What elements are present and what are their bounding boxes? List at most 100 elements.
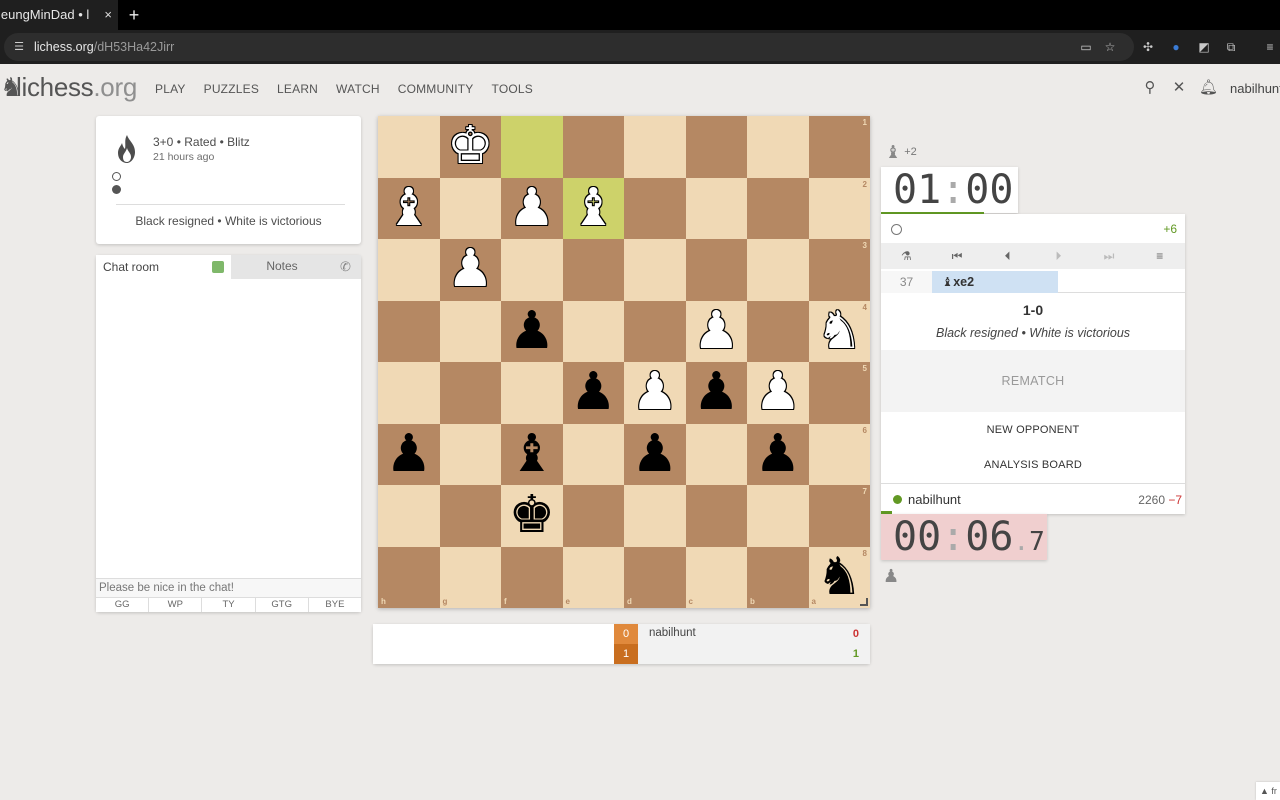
board-square[interactable] xyxy=(747,485,809,547)
white-pawn-piece[interactable]: ♟ xyxy=(686,301,748,363)
black-bishop-piece[interactable]: ♝ xyxy=(501,424,563,486)
preset-wp[interactable]: WP xyxy=(149,598,203,612)
board-square[interactable] xyxy=(624,485,686,547)
search-icon[interactable]: ⚲ xyxy=(1141,79,1159,97)
board-square[interactable] xyxy=(747,116,809,178)
board-square[interactable] xyxy=(378,362,440,424)
board-square[interactable] xyxy=(685,423,747,485)
crosstable-current-game[interactable]: 0 1 xyxy=(614,624,638,664)
board-square[interactable] xyxy=(808,177,870,239)
site-logo[interactable]: ♞lichess.org xyxy=(0,72,137,103)
board-square[interactable] xyxy=(562,116,624,178)
notifications-bell-icon[interactable]: 🔔︎ xyxy=(1199,79,1218,97)
board-square[interactable] xyxy=(501,362,563,424)
board-square[interactable] xyxy=(624,300,686,362)
chess-board[interactable]: 1 2 3 4 5 6 7 8 h g f e d c b a ♚ ♝ ♟ ♝ ♟ ♟ ♟ ♞ ♟ ♟ ♟ ♟ ♟ ♝ ♟ ♟ ♚ ♞ xyxy=(378,116,870,608)
board-resize-handle[interactable] xyxy=(860,598,868,606)
nav-play[interactable]: PLAY xyxy=(155,82,186,96)
analysis-icon[interactable]: ⚗ xyxy=(881,243,932,269)
board-square[interactable] xyxy=(808,239,870,301)
preset-bye[interactable]: BYE xyxy=(309,598,361,612)
board-square[interactable] xyxy=(808,116,870,178)
board-square[interactable] xyxy=(562,300,624,362)
nav-learn[interactable]: LEARN xyxy=(277,82,318,96)
board-square[interactable] xyxy=(439,362,501,424)
chat-toggle[interactable] xyxy=(212,261,224,273)
last-move-icon[interactable]: ⏭ xyxy=(1084,243,1135,269)
extensions-puzzle-icon[interactable]: ⧉ xyxy=(1223,39,1239,55)
board-square[interactable] xyxy=(378,116,440,178)
board-square[interactable] xyxy=(624,239,686,301)
nav-puzzles[interactable]: PUZZLES xyxy=(204,82,259,96)
challenge-swords-icon[interactable]: ✕ xyxy=(1170,79,1188,97)
board-square[interactable] xyxy=(747,239,809,301)
board-square[interactable] xyxy=(685,485,747,547)
white-pawn-piece[interactable]: ♟ xyxy=(440,239,502,301)
white-pawn-piece[interactable]: ♟ xyxy=(501,178,563,240)
analysis-board-button[interactable]: ANALYSIS BOARD xyxy=(881,459,1185,471)
white-pawn-piece[interactable]: ♟ xyxy=(747,362,809,424)
extension-blue-icon[interactable]: ● xyxy=(1168,39,1184,55)
board-square[interactable] xyxy=(808,423,870,485)
preset-gtg[interactable]: GTG xyxy=(256,598,309,612)
board-square[interactable] xyxy=(378,546,440,608)
black-pawn-piece[interactable]: ♟ xyxy=(563,362,625,424)
white-king-piece[interactable]: ♚ xyxy=(440,116,502,178)
first-move-icon[interactable]: ⏮ xyxy=(932,243,983,269)
extension-screenshot-icon[interactable]: ◩ xyxy=(1196,39,1212,55)
ct-opponent[interactable]: nabilhunt xyxy=(649,627,696,639)
url-field[interactable]: ☰ lichess.org/dH53Ha42Jirr xyxy=(4,33,1134,61)
player-name[interactable]: nabilhunt xyxy=(908,492,961,507)
tab-notes[interactable]: Notes xyxy=(231,255,333,279)
tab-close-icon[interactable]: × xyxy=(104,0,112,30)
voice-chat-icon[interactable]: ✆ xyxy=(340,259,354,274)
board-square[interactable] xyxy=(439,485,501,547)
board-square[interactable] xyxy=(747,300,809,362)
tab-chat-room[interactable]: Chat room xyxy=(96,255,231,279)
white-bishop-piece[interactable]: ♝ xyxy=(378,178,440,240)
move-san[interactable]: ♝xe2 xyxy=(932,271,1058,293)
nav-watch[interactable]: WATCH xyxy=(336,82,380,96)
board-square[interactable] xyxy=(685,177,747,239)
board-square[interactable] xyxy=(501,239,563,301)
board-square[interactable] xyxy=(685,546,747,608)
prev-move-icon[interactable]: ⏴ xyxy=(982,243,1033,269)
board-square[interactable] xyxy=(562,423,624,485)
white-knight-piece[interactable]: ♞ xyxy=(809,301,871,363)
board-square[interactable] xyxy=(378,239,440,301)
board-square[interactable] xyxy=(501,546,563,608)
preset-ty[interactable]: TY xyxy=(202,598,256,612)
black-pawn-piece[interactable]: ♟ xyxy=(747,424,809,486)
rematch-button[interactable]: REMATCH xyxy=(881,350,1185,412)
user-menu[interactable]: nabilhunt xyxy=(1230,81,1280,96)
board-square[interactable] xyxy=(378,300,440,362)
black-pawn-piece[interactable]: ♟ xyxy=(686,362,748,424)
board-square[interactable] xyxy=(808,485,870,547)
next-move-icon[interactable]: ⏵ xyxy=(1033,243,1084,269)
nav-community[interactable]: COMMUNITY xyxy=(398,82,474,96)
black-pawn-piece[interactable]: ♟ xyxy=(378,424,440,486)
new-opponent-button[interactable]: NEW OPPONENT xyxy=(881,424,1185,436)
board-square[interactable] xyxy=(747,177,809,239)
board-square[interactable] xyxy=(685,239,747,301)
install-app-icon[interactable]: ▭ xyxy=(1078,39,1094,55)
preset-gg[interactable]: GG xyxy=(96,598,150,612)
board-square[interactable] xyxy=(685,116,747,178)
board-square[interactable] xyxy=(439,423,501,485)
black-pawn-piece[interactable]: ♟ xyxy=(624,424,686,486)
board-square[interactable] xyxy=(378,485,440,547)
white-bishop-piece[interactable]: ♝ xyxy=(563,178,625,240)
board-square[interactable] xyxy=(624,116,686,178)
site-settings-icon[interactable]: ☰ xyxy=(12,40,26,54)
board-square[interactable] xyxy=(562,239,624,301)
reading-list-icon[interactable]: ≡ xyxy=(1262,39,1278,55)
new-tab-button[interactable]: + xyxy=(124,0,144,30)
nav-tools[interactable]: TOOLS xyxy=(492,82,533,96)
board-square[interactable] xyxy=(562,485,624,547)
language-toggle[interactable]: ▲ fr xyxy=(1256,782,1280,800)
board-square[interactable] xyxy=(562,546,624,608)
browser-tab[interactable]: leungMinDad • l × xyxy=(0,0,118,30)
extension-icon[interactable]: ✣ xyxy=(1140,39,1156,55)
board-square[interactable] xyxy=(439,546,501,608)
chat-input[interactable]: Please be nice in the chat! xyxy=(96,578,361,597)
